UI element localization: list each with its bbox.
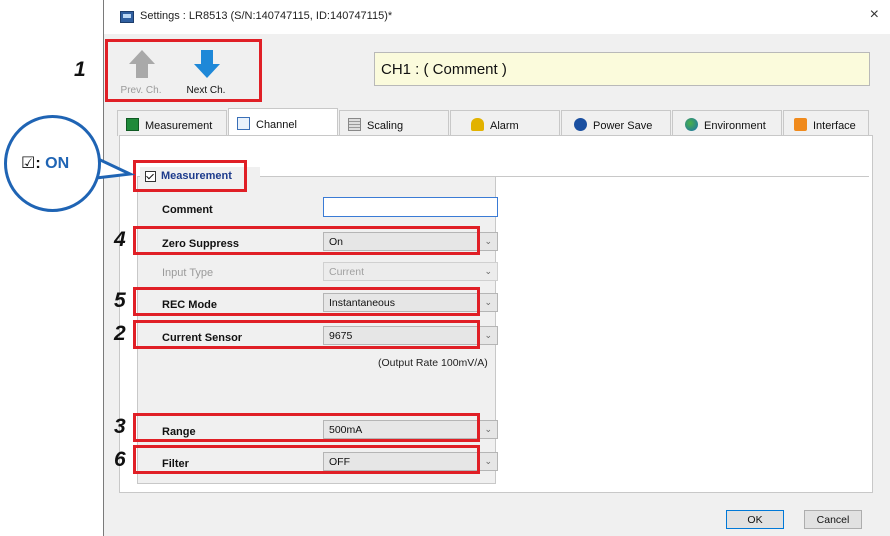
group-divider	[268, 176, 869, 177]
close-icon[interactable]: ×	[870, 6, 879, 24]
output-rate-note: (Output Rate 100mV/A)	[378, 357, 488, 369]
window-title: Settings : LR8513 (S/N:140747115, ID:140…	[140, 10, 393, 22]
globe-icon	[685, 118, 698, 131]
chevron-down-icon: ⌄	[484, 456, 492, 466]
tab-label: Measurement	[145, 120, 213, 132]
chevron-down-icon: ⌄	[484, 424, 492, 434]
title-bar: Settings : LR8513 (S/N:140747115, ID:140…	[104, 0, 890, 34]
callout-number-3: 3	[114, 415, 126, 438]
callout-bubble-tail	[96, 156, 136, 180]
callout-number-2: 2	[114, 322, 126, 345]
tab-environment[interactable]: Environment	[672, 110, 782, 136]
callout-box-zero-suppress	[133, 226, 480, 255]
bell-icon	[471, 118, 484, 131]
tab-interface[interactable]: Interface	[783, 110, 869, 136]
rss-icon	[794, 118, 807, 131]
ok-button[interactable]: OK	[726, 510, 784, 529]
callout-box-rec-mode	[133, 287, 480, 316]
input-type-select: Current ⌄	[323, 262, 498, 281]
app-icon	[120, 11, 134, 23]
scaling-icon	[348, 118, 361, 131]
callout-box-nav	[105, 39, 262, 102]
callout-number-4: 4	[114, 228, 126, 251]
tab-alarm[interactable]: Alarm	[450, 110, 560, 136]
tab-label: Power Save	[593, 120, 653, 132]
callout-box-measurement	[133, 160, 247, 192]
input-type-label: Input Type	[162, 267, 214, 279]
callout-number-5: 5	[114, 289, 126, 312]
callout-number-1: 1	[74, 58, 86, 81]
callout-text: ☑: ON	[21, 153, 69, 173]
callout-number-6: 6	[114, 448, 126, 471]
comment-input[interactable]	[323, 197, 498, 217]
bluetooth-icon	[574, 118, 587, 131]
chevron-down-icon: ⌄	[484, 297, 492, 307]
tab-label: Interface	[813, 120, 856, 132]
measurement-on-callout: ☑: ON	[4, 115, 101, 212]
callout-box-filter	[133, 445, 480, 474]
tab-scaling[interactable]: Scaling	[339, 110, 449, 136]
callout-box-range	[133, 413, 480, 442]
input-type-value: Current	[329, 266, 365, 278]
chevron-down-icon: ⌄	[484, 236, 492, 246]
chevron-down-icon: ⌄	[484, 266, 492, 276]
tab-power-save[interactable]: Power Save	[561, 110, 671, 136]
tab-bar: Measurement Channel Scaling Alarm Power …	[117, 108, 869, 136]
checkbox-checked-glyph: ☑:	[21, 155, 46, 172]
tab-label: Alarm	[490, 120, 519, 132]
tab-channel[interactable]: Channel	[228, 108, 338, 135]
callout-box-current-sensor	[133, 320, 480, 349]
channel-comment-display: CH1 : ( Comment )	[374, 52, 870, 86]
callout-on-label: ON	[45, 155, 70, 172]
tab-label: Scaling	[367, 120, 404, 132]
tab-label: Environment	[704, 120, 766, 132]
tab-measurement[interactable]: Measurement	[117, 110, 227, 136]
channel-icon	[237, 117, 250, 130]
measurement-icon	[126, 118, 139, 131]
chevron-down-icon: ⌄	[484, 330, 492, 340]
comment-label: Comment	[162, 204, 213, 216]
tab-label: Channel	[256, 119, 297, 131]
cancel-button[interactable]: Cancel	[804, 510, 862, 529]
